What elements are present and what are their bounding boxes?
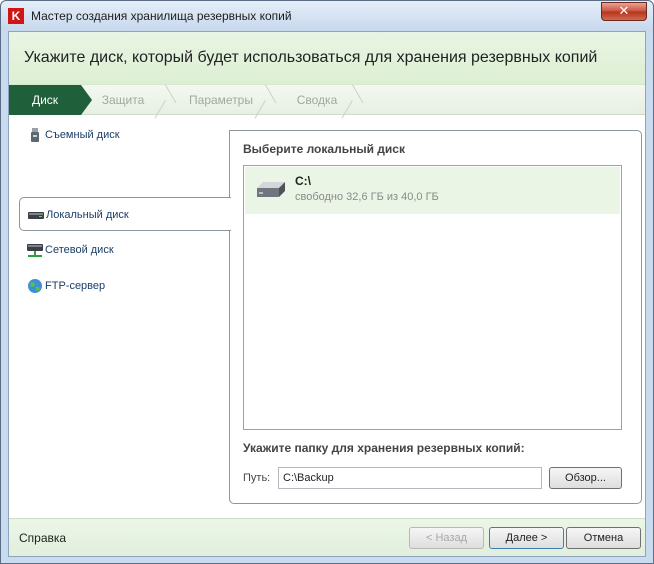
next-button[interactable]: Далее > xyxy=(489,527,564,549)
sidebar-item-ftp-server[interactable]: FTP-сервер xyxy=(19,269,231,303)
cancel-button[interactable]: Отмена xyxy=(566,527,641,549)
storage-type-sidebar: Съемный диск Локальный диск Сетевой диск xyxy=(9,116,231,516)
step-disk: Диск xyxy=(9,85,92,115)
local-disk-panel: Выберите локальный диск C:\ свободно 32,… xyxy=(229,130,642,504)
wizard-steps-breadcrumb: Диск Защита Параметры Сводка xyxy=(9,85,645,115)
disk-name: C:\ xyxy=(295,174,311,188)
page-title: Укажите диск, который будет использовать… xyxy=(24,49,598,66)
path-input[interactable] xyxy=(278,467,542,489)
step-parameters: Параметры xyxy=(189,93,253,107)
sidebar-item-label: Съемный диск xyxy=(45,129,120,141)
title-bar[interactable]: K Мастер создания хранилища резервных ко… xyxy=(1,1,653,31)
step-separator xyxy=(159,85,171,115)
step-protection: Защита xyxy=(101,93,145,107)
kaspersky-logo-icon: K xyxy=(8,8,24,24)
wizard-window: K Мастер создания хранилища резервных ко… xyxy=(0,0,654,564)
sidebar-item-network-disk[interactable]: Сетевой диск xyxy=(19,233,231,267)
globe-icon xyxy=(28,279,42,293)
window-title: Мастер создания хранилища резервных копи… xyxy=(31,9,292,23)
wizard-header: Укажите диск, который будет использовать… xyxy=(9,32,645,85)
hard-drive-icon xyxy=(257,182,285,197)
close-button[interactable]: ✕ xyxy=(601,2,647,21)
disk-list-item[interactable]: C:\ свободно 32,6 ГБ из 40,0 ГБ xyxy=(245,167,620,214)
network-drive-icon xyxy=(27,244,43,257)
path-label: Путь: xyxy=(243,472,271,484)
wizard-content: Укажите диск, который будет использовать… xyxy=(8,31,646,557)
disk-free-space: свободно 32,6 ГБ из 40,0 ГБ xyxy=(295,191,439,203)
sidebar-item-label: Локальный диск xyxy=(46,209,129,221)
sidebar-item-local-disk[interactable]: Локальный диск xyxy=(19,197,231,231)
step-summary: Сводка xyxy=(296,93,338,107)
back-button[interactable]: < Назад xyxy=(409,527,484,549)
sidebar-item-label: FTP-сервер xyxy=(45,280,106,292)
help-link[interactable]: Справка xyxy=(19,531,66,545)
sidebar-item-removable-disk[interactable]: Съемный диск xyxy=(19,118,231,152)
folder-section-label: Укажите папку для хранения резервных коп… xyxy=(243,441,525,455)
disk-list[interactable]: C:\ свободно 32,6 ГБ из 40,0 ГБ xyxy=(243,165,622,430)
sidebar-item-label: Сетевой диск xyxy=(45,244,114,256)
panel-title: Выберите локальный диск xyxy=(243,142,405,156)
hard-drive-icon xyxy=(28,212,44,219)
browse-button[interactable]: Обзор... xyxy=(549,467,622,489)
usb-drive-icon xyxy=(31,128,39,142)
wizard-footer: Справка < Назад Далее > Отмена xyxy=(9,518,645,556)
